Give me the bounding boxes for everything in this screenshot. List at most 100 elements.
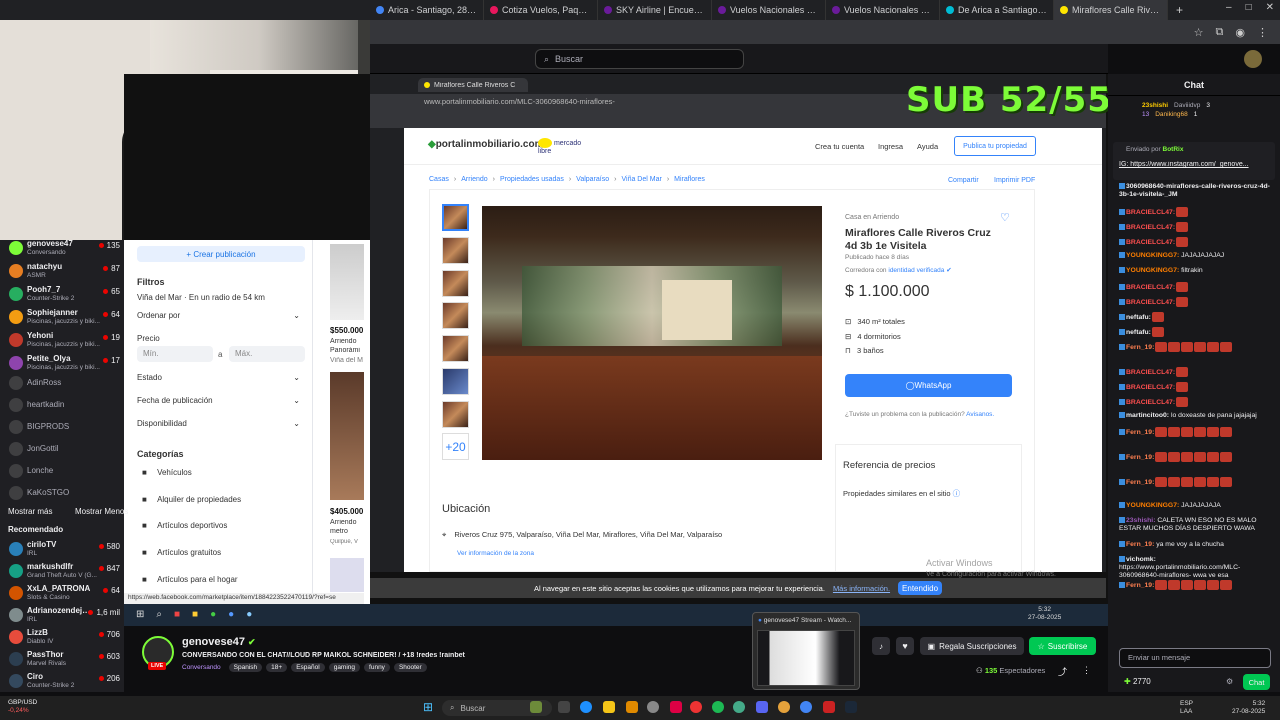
widget-icon[interactable] xyxy=(530,701,542,713)
cookie-more-info-link[interactable]: Más información. xyxy=(833,584,890,593)
chat-username[interactable]: Fern_19: xyxy=(1126,541,1154,548)
tag-pill[interactable]: funny xyxy=(364,663,390,672)
share-link[interactable]: Compartir xyxy=(948,177,979,184)
user-avatar[interactable] xyxy=(1244,50,1262,68)
inner-address-bar[interactable]: www.portalinmobiliario.com/MLC-306096864… xyxy=(424,97,724,106)
state-filter[interactable]: Estado ⌄ xyxy=(137,373,300,382)
order-filter[interactable]: Ordenar por ⌄ xyxy=(137,311,300,320)
browser-tab[interactable]: SKY Airline | Encuentra vuelos xyxy=(598,0,712,20)
gallery-thumbnail[interactable] xyxy=(442,335,469,362)
chat-username[interactable]: BRACIELCL47: xyxy=(1126,399,1175,406)
chat-username[interactable]: BRACIELCL47: xyxy=(1126,239,1175,246)
browser-tab[interactable]: Vuelos Nacionales con SKY xyxy=(712,0,826,20)
print-pdf-link[interactable]: Imprimir PDF xyxy=(994,177,1035,184)
main-property-photo[interactable] xyxy=(482,206,822,460)
browser-tab[interactable]: Arica - Santiago, 28/08/2025 xyxy=(370,0,484,20)
edge-icon[interactable] xyxy=(580,701,592,713)
sidebar-channel[interactable]: markushdlfr Grand Theft Auto V (G... 847 xyxy=(0,560,124,584)
tag-pill[interactable]: 18+ xyxy=(266,663,288,672)
steam-icon[interactable] xyxy=(845,701,857,713)
chat-username[interactable]: Fern_19: xyxy=(1126,454,1154,461)
nav-create-account[interactable]: Crea tu cuenta xyxy=(815,142,864,151)
favorite-heart-icon[interactable]: ♡ xyxy=(1000,211,1010,224)
browser-tab[interactable]: Cotiza Vuelos, Paquetes, Hotel xyxy=(484,0,598,20)
gallery-thumbnail[interactable] xyxy=(442,204,469,231)
info-icon[interactable]: ⓘ xyxy=(953,489,961,498)
sidebar-channel[interactable]: Sophiejanner Piscinas, jacuzzis y biki...… xyxy=(0,306,124,330)
pinned-link[interactable]: IG: https://www.instagram.com/_genove... xyxy=(1119,161,1269,168)
tag-pill[interactable]: Español xyxy=(291,663,325,672)
chat-send-button[interactable]: Chat xyxy=(1243,674,1270,690)
more-options-icon[interactable]: ⋮ xyxy=(1082,665,1091,676)
price-max-input[interactable]: Máx. xyxy=(229,346,305,362)
sidebar-channel[interactable]: JonGottil xyxy=(0,438,124,462)
sidebar-channel[interactable]: Lonche xyxy=(0,460,124,484)
portal-logo[interactable]: ◆portalinmobiliario.com xyxy=(428,139,544,150)
sent-by-user[interactable]: BotRix xyxy=(1163,146,1184,153)
sidebar-channel[interactable]: Yehoni Piscinas, jacuzzis y biki... 19 xyxy=(0,329,124,353)
breadcrumb-item[interactable]: Propiedades usadas xyxy=(500,176,564,183)
spotify-icon[interactable] xyxy=(712,701,724,713)
gifter-name[interactable]: Daniking68 xyxy=(1155,111,1188,118)
sidebar-channel[interactable]: heartkadin xyxy=(0,394,124,418)
breadcrumb-item[interactable]: Miraflores xyxy=(674,176,705,183)
clock[interactable]: 5:32 27-08-2025 xyxy=(1232,700,1265,716)
sidebar-channel[interactable]: Pooh7_7 Counter-Strike 2 65 xyxy=(0,283,124,307)
chat-username[interactable]: Fern_19: xyxy=(1126,479,1154,486)
chat-settings-icon[interactable]: ⚙ xyxy=(1226,677,1233,686)
category-sports[interactable]: ■ Artículos deportivos xyxy=(142,521,227,530)
chat-username[interactable]: Fern_19: xyxy=(1126,344,1154,351)
show-more-button[interactable]: Mostrar más xyxy=(8,507,52,516)
breadcrumb-item[interactable]: Casas xyxy=(429,176,449,183)
sidebar-channel[interactable]: Ciro Counter-Strike 2 206 xyxy=(0,670,124,694)
media-icon[interactable] xyxy=(690,701,702,713)
channel-name[interactable]: genovese47 ✔ xyxy=(182,636,256,648)
sidebar-channel[interactable]: AdinRoss xyxy=(0,372,124,396)
chat-username[interactable]: YOUNGKINGG7: xyxy=(1126,267,1179,274)
zone-info-link[interactable]: Ver información de la zona xyxy=(457,550,534,557)
sidebar-channel[interactable]: BIGPRODS xyxy=(0,416,124,440)
language-indicator[interactable]: ESP LAA xyxy=(1180,700,1193,716)
chat-input[interactable]: Enviar un mensaje xyxy=(1119,648,1271,668)
discord-icon[interactable] xyxy=(756,701,768,713)
chrome-icon[interactable] xyxy=(800,701,812,713)
whatsapp-button[interactable]: ◯ WhatsApp xyxy=(845,374,1012,397)
chat-username[interactable]: YOUNGKINGG7: xyxy=(1126,252,1179,259)
tag-pill[interactable]: Shooter xyxy=(393,663,427,672)
gallery-thumbnail[interactable] xyxy=(442,237,469,264)
app-icon[interactable] xyxy=(823,701,835,713)
category-rentals[interactable]: ■ Alquiler de propiedades xyxy=(142,495,241,504)
chat-username[interactable]: Fern_19: xyxy=(1126,582,1154,589)
browser-tab-active[interactable]: Miraflores Calle Riveros Cruz xyxy=(1054,0,1168,20)
location-filter[interactable]: Viña del Mar · En un radio de 54 km xyxy=(137,293,265,302)
chat-username[interactable]: BRACIELCL47: xyxy=(1126,384,1175,391)
mercadolibre-logo[interactable]: mercado libre xyxy=(538,138,592,155)
subscribe-button[interactable]: ☆ Suscribirse xyxy=(1029,637,1096,655)
gifter-name[interactable]: 23shishi xyxy=(1142,102,1168,109)
chat-username[interactable]: BRACIELCL47: xyxy=(1126,284,1175,291)
app-icon[interactable] xyxy=(626,701,638,713)
settings-icon[interactable] xyxy=(647,701,659,713)
listing-card-image[interactable] xyxy=(330,372,364,500)
sidebar-channel[interactable]: PassThor Marvel Rivals 603 xyxy=(0,648,124,672)
profile-icon[interactable]: ◉ xyxy=(1235,26,1245,39)
notification-bell-icon[interactable]: ♪ xyxy=(872,637,890,655)
gallery-thumbnail[interactable] xyxy=(442,270,469,297)
gallery-thumbnail[interactable] xyxy=(442,401,469,428)
breadcrumb-item[interactable]: Arriendo xyxy=(461,176,487,183)
gallery-more-button[interactable]: +20 xyxy=(442,433,469,460)
bookmark-star-icon[interactable]: ☆ xyxy=(1194,26,1204,39)
chat-username[interactable]: 3060968640-miraflores-calle-riveros-cruz… xyxy=(1119,183,1270,198)
gallery-thumbnail[interactable] xyxy=(442,368,469,395)
sidebar-channel[interactable]: natachyu ASMR 87 xyxy=(0,260,124,284)
breadcrumb-item[interactable]: Viña Del Mar xyxy=(621,176,661,183)
inner-tab[interactable]: Miraflores Calle Riveros C xyxy=(418,78,528,92)
sidebar-channel[interactable]: LizzB Diablo IV 706 xyxy=(0,626,124,650)
chat-username[interactable]: neftafu: xyxy=(1126,314,1151,321)
close-icon[interactable]: ✕ xyxy=(1266,2,1274,13)
breadcrumb-item[interactable]: Valparaíso xyxy=(576,176,609,183)
nav-help[interactable]: Ayuda xyxy=(917,142,938,151)
gallery-thumbnail[interactable] xyxy=(442,302,469,329)
pubdate-filter[interactable]: Fecha de publicación ⌄ xyxy=(137,396,300,405)
gift-subs-button[interactable]: ▣ Regala Suscripciones xyxy=(920,637,1024,655)
